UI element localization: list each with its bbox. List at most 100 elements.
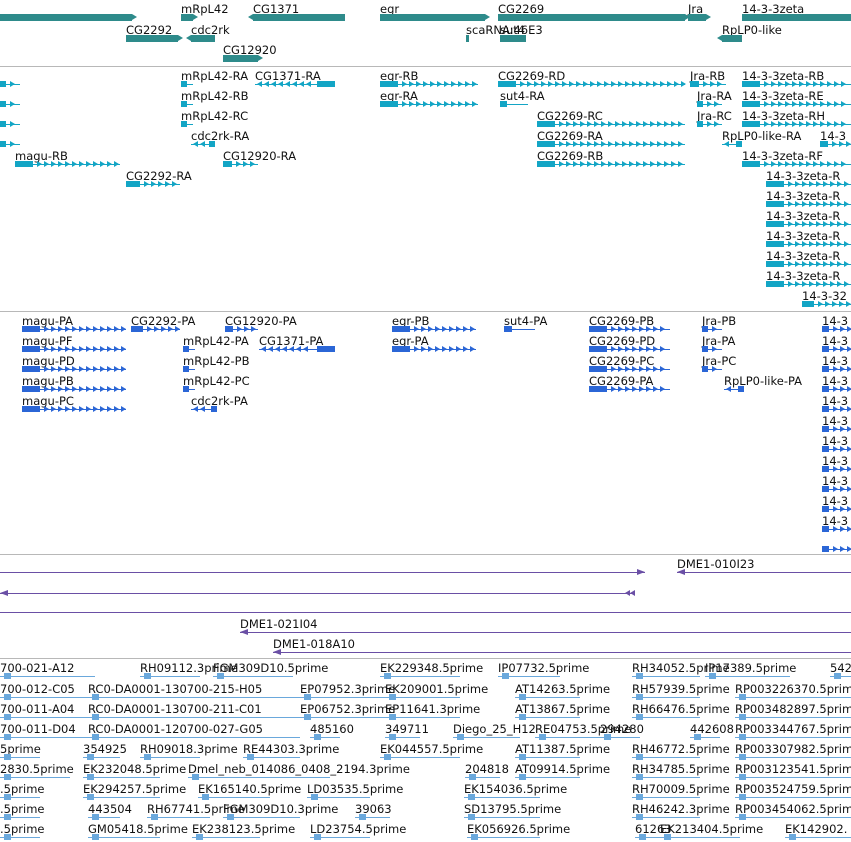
exon-block[interactable] (822, 326, 830, 332)
exon-block[interactable] (822, 526, 830, 532)
exon-block[interactable] (183, 366, 189, 372)
exon-block[interactable] (181, 81, 187, 87)
est-line[interactable] (660, 837, 740, 838)
est-line[interactable] (735, 777, 851, 778)
est-line[interactable] (88, 717, 300, 718)
exon-block[interactable] (589, 326, 607, 332)
clone-line[interactable] (0, 593, 635, 594)
exon-block[interactable] (0, 141, 6, 147)
exon-block[interactable] (822, 346, 830, 352)
exon-block[interactable] (822, 546, 830, 552)
exon-block[interactable] (0, 101, 6, 107)
exon-block[interactable] (181, 101, 187, 107)
exon-block[interactable] (822, 406, 830, 412)
exon-block[interactable] (742, 81, 760, 87)
exon-block[interactable] (183, 346, 189, 352)
est-line[interactable] (88, 697, 300, 698)
exon-block[interactable] (498, 81, 516, 87)
gene-bar[interactable] (380, 14, 485, 21)
exon-block[interactable] (766, 201, 784, 207)
clone-line[interactable] (0, 572, 645, 573)
est-line[interactable] (188, 777, 330, 778)
exon-block[interactable] (181, 121, 187, 127)
gene-bar[interactable] (498, 14, 685, 21)
est-line[interactable] (223, 817, 300, 818)
exon-block[interactable] (380, 101, 398, 107)
exon-block[interactable] (15, 161, 33, 167)
gene-bar[interactable] (126, 35, 178, 42)
exon-block[interactable] (537, 121, 555, 127)
gene-bar[interactable] (223, 55, 258, 62)
exon-block[interactable] (223, 161, 232, 167)
exon-block[interactable] (742, 121, 760, 127)
exon-block[interactable] (766, 221, 784, 227)
exon-block[interactable] (22, 386, 40, 392)
est-line[interactable] (0, 737, 90, 738)
exon-block[interactable] (126, 181, 140, 187)
exon-block[interactable] (766, 281, 784, 287)
gene-bar[interactable] (722, 35, 742, 42)
gene-bar[interactable] (0, 14, 132, 21)
exon-block[interactable] (589, 386, 607, 392)
est-line[interactable] (464, 817, 540, 818)
est-line[interactable] (213, 676, 293, 677)
exon-block[interactable] (822, 446, 830, 452)
exon-block[interactable] (766, 181, 784, 187)
exon-block[interactable] (392, 346, 410, 352)
exon-block[interactable] (697, 121, 704, 127)
est-line[interactable] (735, 737, 851, 738)
exon-block[interactable] (500, 101, 507, 107)
est-line[interactable] (385, 717, 460, 718)
exon-block[interactable] (131, 326, 144, 332)
est-line[interactable] (0, 717, 90, 718)
exon-block[interactable] (822, 466, 830, 472)
est-line[interactable] (88, 737, 300, 738)
exon-block[interactable] (820, 141, 828, 147)
est-line[interactable] (735, 697, 851, 698)
exon-block[interactable] (822, 386, 830, 392)
exon-block[interactable] (210, 406, 217, 412)
est-line[interactable] (380, 676, 460, 677)
exon-block[interactable] (822, 506, 830, 512)
est-line[interactable] (83, 777, 160, 778)
exon-block[interactable] (589, 346, 607, 352)
exon-block[interactable] (380, 81, 398, 87)
gene-bar[interactable] (466, 35, 469, 42)
est-line[interactable] (385, 697, 460, 698)
clone-line[interactable] (240, 632, 851, 633)
est-line[interactable] (735, 757, 851, 758)
exon-block[interactable] (742, 161, 760, 167)
exon-block[interactable] (766, 261, 784, 267)
exon-block[interactable] (742, 101, 760, 107)
gene-bar[interactable] (253, 14, 345, 21)
gene-bar[interactable] (500, 35, 526, 42)
exon-block[interactable] (766, 241, 784, 247)
est-line[interactable] (735, 797, 851, 798)
est-line[interactable] (300, 717, 385, 718)
clone-line[interactable] (273, 652, 851, 653)
exon-block[interactable] (697, 101, 704, 107)
exon-block[interactable] (802, 301, 815, 307)
exon-block[interactable] (317, 346, 335, 352)
exon-block[interactable] (589, 366, 607, 372)
gene-bar[interactable] (688, 14, 706, 21)
exon-block[interactable] (702, 366, 708, 372)
est-line[interactable] (300, 697, 385, 698)
gene-bar[interactable] (181, 14, 193, 21)
est-line[interactable] (83, 797, 160, 798)
exon-block[interactable] (392, 326, 410, 332)
exon-block[interactable] (22, 366, 40, 372)
exon-block[interactable] (22, 406, 40, 412)
exon-block[interactable] (225, 326, 234, 332)
exon-block[interactable] (822, 366, 830, 372)
est-line[interactable] (380, 757, 460, 758)
est-line[interactable] (705, 676, 790, 677)
exon-block[interactable] (702, 326, 708, 332)
exon-block[interactable] (0, 121, 6, 127)
est-line[interactable] (464, 797, 540, 798)
exon-block[interactable] (504, 326, 512, 332)
clone-line[interactable] (677, 572, 851, 573)
exon-block[interactable] (822, 426, 830, 432)
exon-block[interactable] (183, 386, 189, 392)
exon-block[interactable] (22, 346, 40, 352)
